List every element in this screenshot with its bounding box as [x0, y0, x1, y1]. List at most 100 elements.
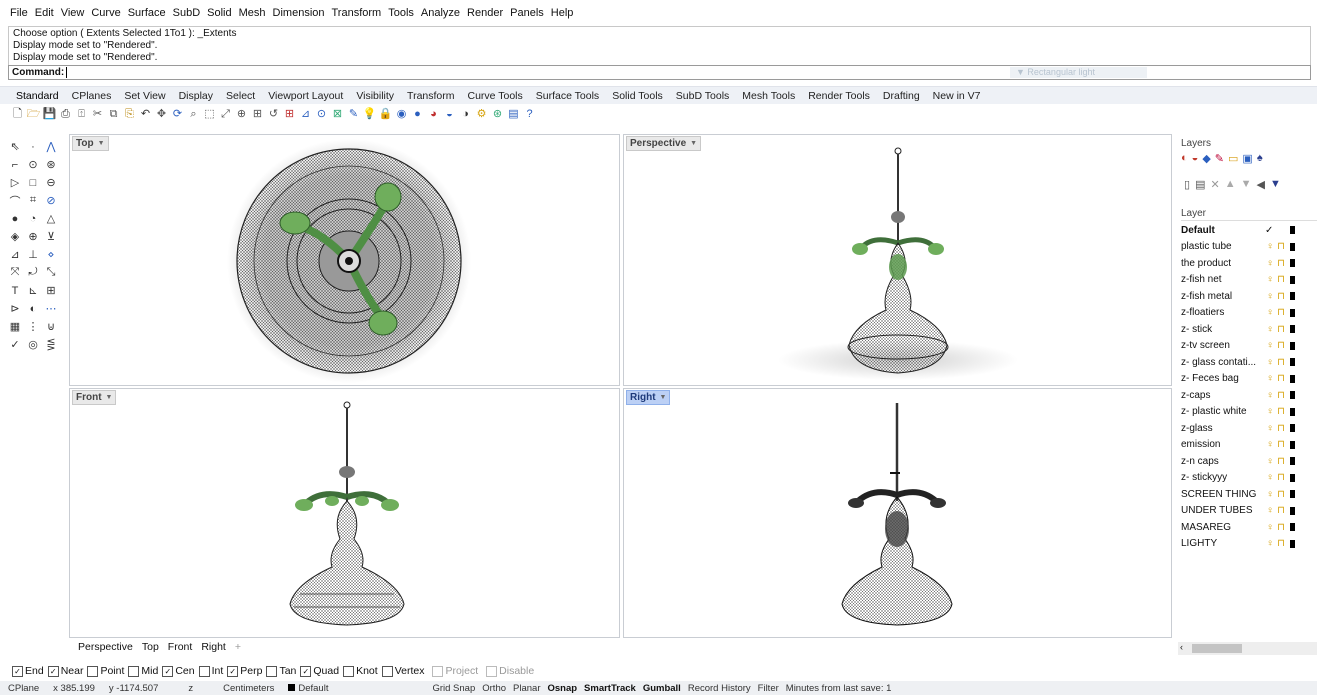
- analysis-icon[interactable]: ⊛: [490, 107, 505, 122]
- zoom-extents-icon[interactable]: ⤢: [218, 107, 233, 122]
- layer-color-swatch[interactable]: [1290, 292, 1295, 300]
- boolean-icon[interactable]: ⊳: [6, 300, 24, 317]
- osnap-cen[interactable]: ✓ Cen: [158, 665, 195, 677]
- ellipse-icon[interactable]: ⊖: [42, 174, 60, 191]
- toolbar-tab[interactable]: Select: [226, 90, 255, 102]
- checkbox[interactable]: [432, 665, 444, 677]
- objects-tab-icon[interactable]: ◆: [1202, 152, 1210, 165]
- checkbox[interactable]: ✓: [47, 665, 59, 677]
- menu-item[interactable]: Tools: [388, 7, 414, 19]
- layer-color-swatch[interactable]: [1290, 226, 1295, 234]
- layer-color-swatch[interactable]: [1290, 539, 1295, 548]
- layer-row[interactable]: z- stickyyy ♀ ⊓: [1181, 470, 1317, 486]
- viewport-perspective[interactable]: Perspective ▼: [623, 134, 1172, 386]
- menu-item[interactable]: Help: [551, 7, 574, 19]
- checkbox[interactable]: [343, 665, 355, 677]
- status-layer[interactable]: Default: [288, 683, 342, 694]
- checkbox[interactable]: ✓: [12, 665, 23, 677]
- toolbar-tab[interactable]: Surface Tools: [536, 90, 599, 102]
- osnap-point[interactable]: Point: [83, 665, 124, 677]
- layer-row[interactable]: the product ♀ ⊓: [1181, 255, 1317, 271]
- four-viewports-icon[interactable]: ⊞: [282, 107, 297, 122]
- checkbox[interactable]: [198, 665, 210, 677]
- layer-row[interactable]: z-fish metal ♀ ⊓: [1181, 288, 1317, 304]
- layer-row[interactable]: Default ✓: [1181, 222, 1317, 238]
- status-units[interactable]: Centimeters: [223, 683, 274, 694]
- circle-icon[interactable]: ⊙: [24, 156, 42, 173]
- toolbar-tab[interactable]: SubD Tools: [676, 90, 730, 102]
- status-toggle[interactable]: Ortho: [482, 683, 506, 694]
- status-toggle[interactable]: Planar: [513, 683, 540, 694]
- arc-icon[interactable]: ⊛: [42, 156, 60, 173]
- new-icon[interactable]: 🗋: [10, 107, 25, 122]
- status-cplane[interactable]: CPlane: [8, 683, 39, 694]
- blend-icon[interactable]: ⊘: [42, 192, 60, 209]
- layer-row[interactable]: z- glass contati... ♀ ⊓: [1181, 354, 1317, 370]
- viewport-tab[interactable]: Right: [201, 641, 226, 653]
- unlock-icon[interactable]: ⊓: [1275, 489, 1287, 500]
- zoom-dynamic-icon[interactable]: ⊞: [250, 107, 265, 122]
- layer-row[interactable]: plastic tube ♀ ⊓: [1181, 239, 1317, 255]
- layer-color-swatch[interactable]: [1290, 523, 1295, 531]
- menu-item[interactable]: File: [10, 7, 28, 19]
- unlock-icon[interactable]: ⊓: [1275, 423, 1287, 434]
- layer-color-swatch[interactable]: [1290, 506, 1295, 515]
- bulb-icon[interactable]: ♀: [1265, 258, 1275, 269]
- status-toggle[interactable]: Osnap: [547, 683, 577, 694]
- bulb-icon[interactable]: ♀: [1265, 439, 1275, 450]
- viewport-top[interactable]: Top ▼: [69, 134, 620, 386]
- bulb-icon[interactable]: ♀: [1265, 373, 1275, 384]
- lock-icon[interactable]: 🔒: [378, 107, 393, 122]
- osnap-near[interactable]: ✓ Near: [44, 665, 83, 677]
- bulb-icon[interactable]: ♀: [1265, 291, 1275, 302]
- point-icon[interactable]: ·: [24, 138, 42, 155]
- menu-item[interactable]: Surface: [128, 7, 166, 19]
- menu-item[interactable]: SubD: [173, 7, 201, 19]
- properties-icon[interactable]: ✎: [346, 107, 361, 122]
- layer-color-swatch[interactable]: [1290, 259, 1295, 267]
- zoom-window-icon[interactable]: ⬚: [202, 107, 217, 122]
- horizontal-scrollbar[interactable]: ‹: [1178, 642, 1317, 655]
- menu-item[interactable]: Transform: [332, 7, 382, 19]
- unlock-icon[interactable]: ⊓: [1275, 258, 1287, 269]
- status-toggle[interactable]: Filter: [758, 683, 779, 694]
- grid-icon[interactable]: ▦: [6, 318, 24, 335]
- unlock-icon[interactable]: ⊓: [1275, 390, 1287, 401]
- surface-icon[interactable]: ⋯: [42, 300, 60, 317]
- checkbox[interactable]: [87, 665, 99, 677]
- cplane-icon[interactable]: ⊿: [298, 107, 313, 122]
- dimension-icon[interactable]: ⊾: [24, 282, 42, 299]
- unlock-icon[interactable]: ⊓: [1275, 291, 1287, 302]
- camera-icon[interactable]: ⋚: [42, 336, 60, 353]
- undo-view-icon[interactable]: ↺: [266, 107, 281, 122]
- menu-item[interactable]: Mesh: [239, 7, 266, 19]
- layer-row[interactable]: z- stick ♀ ⊓: [1181, 321, 1317, 337]
- checkbox[interactable]: [486, 665, 498, 677]
- osnap-tan[interactable]: Tan: [262, 665, 296, 677]
- new-sublayer-icon[interactable]: ▤: [1195, 178, 1205, 191]
- toolbar-tab[interactable]: CPlanes: [72, 90, 112, 102]
- unlock-icon[interactable]: ⊓: [1275, 274, 1287, 285]
- toolbar-tab[interactable]: Transform: [407, 90, 454, 102]
- bulb-icon[interactable]: ♀: [1265, 307, 1275, 318]
- render-icon[interactable]: ⊍: [42, 318, 60, 335]
- bulb-icon[interactable]: ♀: [1265, 423, 1275, 434]
- osnap-quad[interactable]: ✓ Quad: [296, 665, 339, 677]
- layer-row[interactable]: emission ♀ ⊓: [1181, 437, 1317, 453]
- toolbar-tab[interactable]: Standard: [16, 90, 59, 102]
- layer-color-swatch[interactable]: [1290, 391, 1295, 399]
- help-icon[interactable]: ?: [522, 107, 537, 122]
- material-icon[interactable]: ◕: [426, 107, 441, 122]
- layer-row[interactable]: z-caps ♀ ⊓: [1181, 387, 1317, 403]
- menu-item[interactable]: Curve: [91, 7, 120, 19]
- check-icon[interactable]: ✓: [6, 336, 24, 353]
- status-toggle[interactable]: Grid Snap: [432, 683, 475, 694]
- light-icon[interactable]: 💡: [362, 107, 377, 122]
- extrude-icon[interactable]: ◈: [6, 228, 24, 245]
- layer-color-swatch[interactable]: [1290, 242, 1295, 251]
- rectangle-icon[interactable]: ⌐: [6, 156, 24, 173]
- loft-icon[interactable]: ⊕: [24, 228, 42, 245]
- toolbar-tab[interactable]: Viewport Layout: [268, 90, 343, 102]
- layer-color-swatch[interactable]: [1290, 358, 1295, 366]
- layer-icon[interactable]: ▤: [506, 107, 521, 122]
